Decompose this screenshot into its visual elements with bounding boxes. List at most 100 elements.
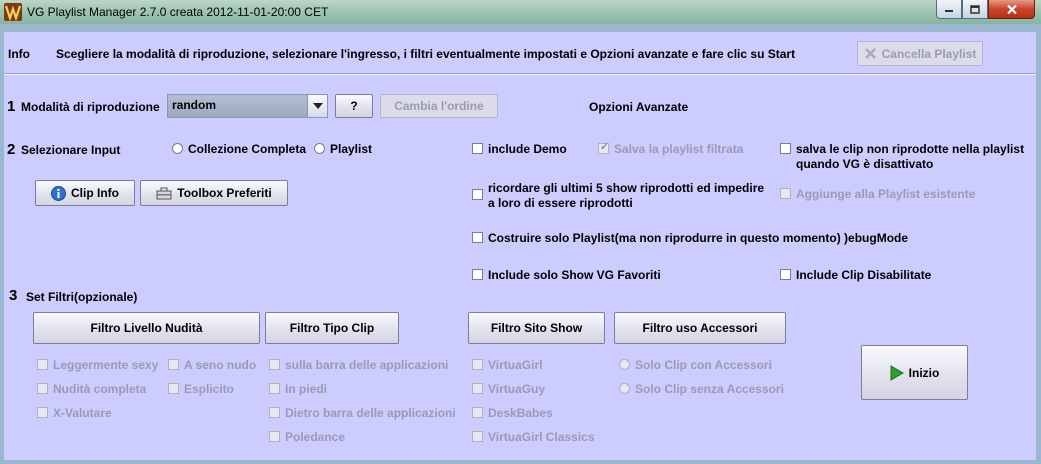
site-option-deskbabes[interactable]: DeskBabes [472, 406, 553, 421]
set-filters-label: Set Filtri(opzionale) [26, 290, 138, 304]
start-label: Inizio [908, 365, 940, 380]
save-unplayed-clips-checkbox[interactable]: salva le clip non riprodotte nella playl… [780, 142, 1026, 172]
clear-playlist-label: Cancella Playlist [881, 46, 977, 61]
toolbox-favorites-label: Toolbox Preferiti [177, 186, 272, 200]
dropdown-button[interactable] [307, 95, 327, 117]
title-bar[interactable]: VG Playlist Manager 2.7.0 creata 2012-11… [0, 0, 1041, 24]
accessory-option-without[interactable]: Solo Clip senza Accessori [619, 382, 784, 397]
cliptype-option-poledance[interactable]: Poledance [269, 430, 345, 445]
site-option-label: DeskBabes [488, 406, 553, 420]
include-demo-checkbox[interactable]: include Demo [472, 142, 567, 157]
chevron-down-icon [312, 103, 323, 109]
toolbox-icon [156, 186, 172, 200]
clear-playlist-button[interactable]: Cancella Playlist [857, 41, 983, 66]
filter-site-button[interactable]: Filtro Sito Show [468, 312, 605, 344]
cliptype-option-behind-taskbar[interactable]: Dietro barra delle applicazioni [269, 406, 456, 421]
toolbox-favorites-button[interactable]: Toolbox Preferiti [140, 180, 288, 206]
window-title: VG Playlist Manager 2.7.0 creata 2012-11… [27, 5, 329, 19]
cliptype-option-label: In piedi [285, 382, 327, 396]
clip-info-button[interactable]: Clip Info [35, 180, 135, 206]
nudity-option-label: X-Valutare [53, 406, 112, 420]
remember-last-shows-label: ricordare gli ultimi 5 show riprodotti e… [488, 181, 765, 210]
checkbox-box [780, 269, 791, 280]
site-option-virtuagirl-classics[interactable]: VirtuaGirl Classics [472, 430, 595, 445]
include-disabled-clips-checkbox[interactable]: Include Clip Disabilitate [780, 268, 931, 283]
cliptype-option-label: Poledance [285, 430, 346, 444]
nudity-option-light-sexy[interactable]: Leggermente sexy [37, 358, 158, 373]
nudity-option-label: Leggermente sexy [53, 358, 159, 372]
accessory-option-with[interactable]: Solo Clip con Accessori [619, 358, 772, 373]
nudity-option-label: Esplicito [184, 382, 235, 396]
maximize-icon [970, 4, 980, 14]
checkbox-box [472, 383, 483, 394]
play-icon [890, 364, 904, 381]
start-button[interactable]: Inizio [861, 345, 968, 400]
full-collection-radio[interactable]: Collezione Completa [172, 142, 306, 157]
checkmark-icon: ✓ [600, 141, 610, 153]
checkbox-box [269, 359, 280, 370]
checkbox-box [37, 359, 48, 370]
clip-info-label: Clip Info [71, 186, 119, 200]
cliptype-option-taskbar[interactable]: sulla barra delle applicazioni [269, 358, 448, 373]
save-unplayed-label: salva le clip non riprodotte nella playl… [796, 142, 1025, 171]
remember-last-shows-checkbox[interactable]: ricordare gli ultimi 5 show riprodotti e… [472, 181, 773, 211]
include-demo-label: include Demo [488, 142, 567, 156]
close-icon [1006, 4, 1017, 14]
only-favorites-label: Include solo Show VG Favoriti [488, 268, 661, 282]
build-playlist-only-checkbox[interactable]: Costruire solo Playlist(ma non riprodurr… [472, 231, 908, 246]
app-window: VG Playlist Manager 2.7.0 creata 2012-11… [0, 0, 1041, 464]
checkbox-box [37, 407, 48, 418]
info-icon [51, 185, 66, 201]
save-filtered-playlist-checkbox[interactable]: ✓ Salva la playlist filtrata [598, 142, 743, 157]
checkbox-box [269, 383, 280, 394]
x-icon [864, 47, 877, 60]
checkbox-box [472, 407, 483, 418]
checkbox-box [472, 359, 483, 370]
checkbox-box [472, 143, 483, 154]
filter-accessories-button[interactable]: Filtro uso Accessori [614, 312, 786, 344]
checkbox-box [472, 431, 483, 442]
main-panel: Info Scegliere la modalità di riproduzio… [4, 32, 1036, 460]
nudity-option-label: Nudità completa [53, 382, 147, 396]
section3-number: 3 [9, 287, 18, 304]
change-order-button[interactable]: Cambia l'ordine [380, 94, 498, 118]
site-option-label: VirtuaGuy [488, 382, 546, 396]
minimize-button[interactable] [936, 0, 962, 19]
accessory-option-label: Solo Clip senza Accessori [635, 382, 784, 396]
radio-circle [172, 143, 183, 154]
cliptype-option-label: sulla barra delle applicazioni [285, 358, 449, 372]
checkbox-box [269, 407, 280, 418]
site-option-virtuaguy[interactable]: VirtuaGuy [472, 382, 545, 397]
radio-circle [619, 359, 630, 370]
filter-nudity-button[interactable]: Filtro Livello Nudità [33, 312, 260, 344]
maximize-button[interactable] [962, 0, 988, 19]
checkbox-box [269, 431, 280, 442]
checkbox-box: ✓ [598, 141, 610, 154]
save-filtered-label: Salva la playlist filtrata [614, 142, 744, 156]
radio-circle [314, 143, 325, 154]
nudity-option-label: A seno nudo [184, 358, 257, 372]
playback-mode-value: random [172, 98, 217, 112]
help-button[interactable]: ? [335, 94, 373, 118]
section1-number: 1 [7, 98, 16, 115]
instructions-text: Scegliere la modalità di riproduzione, s… [56, 47, 796, 61]
checkbox-box [472, 232, 483, 243]
checkbox-box [472, 269, 483, 280]
info-label: Info [8, 47, 30, 61]
close-button[interactable] [988, 0, 1035, 19]
playback-mode-select[interactable]: random [167, 94, 328, 118]
section2-number: 2 [7, 141, 16, 158]
nudity-option-explicit[interactable]: Esplicito [168, 382, 234, 397]
nudity-option-topless[interactable]: A seno nudo [168, 358, 256, 373]
site-option-virtuagirl[interactable]: VirtuaGirl [472, 358, 542, 373]
minimize-icon [945, 10, 953, 12]
nudity-option-full[interactable]: Nudità completa [37, 382, 146, 397]
filter-cliptype-button[interactable]: Filtro Tipo Clip [265, 312, 399, 344]
nudity-option-x-rated[interactable]: X-Valutare [37, 406, 112, 421]
playlist-radio[interactable]: Playlist [314, 142, 372, 157]
playback-mode-label: Modalità di riproduzione [21, 100, 160, 114]
add-to-existing-playlist-checkbox[interactable]: Aggiunge alla Playlist esistente [780, 187, 975, 202]
cliptype-option-standing[interactable]: In piedi [269, 382, 327, 397]
full-collection-label: Collezione Completa [188, 142, 307, 156]
only-favorites-checkbox[interactable]: Include solo Show VG Favoriti [472, 268, 661, 283]
